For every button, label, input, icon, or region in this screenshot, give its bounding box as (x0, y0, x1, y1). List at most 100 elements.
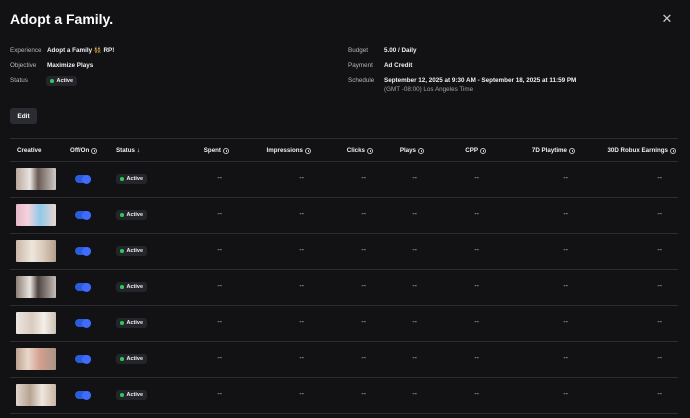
cell-spent: -- (217, 247, 222, 254)
status-dot (120, 393, 124, 397)
cell-earnings: -- (657, 283, 662, 290)
creative-thumbnail[interactable] (16, 348, 56, 370)
table-row[interactable]: Active -- -- -- -- -- -- -- (10, 198, 678, 234)
cell-plays: -- (412, 211, 417, 218)
info-icon[interactable] (480, 147, 486, 154)
cell-impressions: -- (299, 283, 304, 290)
info-icon[interactable] (418, 147, 424, 154)
column-spent[interactable]: Spent (204, 147, 229, 154)
objective-label: Objective (10, 62, 37, 69)
cell-playtime: -- (563, 175, 568, 182)
creatives-table: Creative Off/On Status ↓ Spent Impressio… (10, 138, 678, 414)
creative-thumbnail[interactable] (16, 384, 56, 406)
status-badge: Active (116, 318, 148, 328)
cell-clicks: -- (361, 211, 366, 218)
column-earnings[interactable]: 30D Robux Earnings (607, 147, 676, 154)
page-title: Adopt a Family. (10, 11, 114, 27)
cell-earnings: -- (657, 391, 662, 398)
table-row[interactable]: Active -- -- -- -- -- -- -- (10, 306, 678, 342)
column-status[interactable]: Status ↓ (116, 147, 140, 154)
cell-impressions: -- (299, 175, 304, 182)
creative-thumbnail[interactable] (16, 168, 56, 190)
status-badge-text: Active (126, 356, 144, 362)
status-dot (120, 177, 124, 181)
cell-plays: -- (412, 355, 417, 362)
status-dot (120, 285, 124, 289)
info-icon[interactable] (569, 147, 575, 154)
column-creative[interactable]: Creative (17, 147, 41, 154)
sort-down-icon[interactable]: ↓ (137, 147, 140, 154)
column-onoff[interactable]: Off/On (70, 147, 98, 154)
cell-plays: -- (412, 283, 417, 290)
cell-clicks: -- (361, 355, 366, 362)
cell-playtime: -- (563, 247, 568, 254)
creative-thumbnail[interactable] (16, 276, 56, 298)
experience-value: Adopt a Family 👯 RP! (47, 47, 115, 54)
cell-plays: -- (412, 319, 417, 326)
column-onoff-label: Off/On (70, 147, 90, 154)
cell-playtime: -- (563, 283, 568, 290)
status-badge: Active (116, 174, 148, 184)
status-badge: Active (116, 354, 148, 364)
column-playtime-label: 7D Playtime (531, 147, 567, 154)
cell-cpp: -- (474, 319, 479, 326)
info-icon[interactable] (305, 147, 311, 154)
info-icon[interactable] (91, 147, 98, 154)
column-spent-label: Spent (203, 147, 221, 154)
edit-button[interactable]: Edit (10, 108, 37, 124)
cell-clicks: -- (361, 319, 366, 326)
cell-clicks: -- (361, 283, 366, 290)
creative-thumbnail[interactable] (16, 240, 56, 262)
table-row[interactable]: Active -- -- -- -- -- -- -- (10, 378, 678, 414)
column-playtime[interactable]: 7D Playtime (532, 147, 575, 154)
creative-thumbnail[interactable] (16, 204, 56, 226)
cell-cpp: -- (474, 355, 479, 362)
column-plays[interactable]: Plays (400, 147, 424, 154)
payment-value: Ad Credit (384, 62, 413, 69)
cell-spent: -- (217, 211, 222, 218)
column-clicks[interactable]: Clicks (347, 147, 373, 154)
column-cpp[interactable]: CPP (465, 147, 486, 154)
column-impressions-label: Impressions (266, 147, 303, 154)
status-dot (50, 79, 54, 83)
close-icon[interactable]: ✕ (660, 12, 674, 26)
on-off-toggle[interactable] (75, 246, 91, 256)
status-badge: Active (116, 246, 148, 256)
cell-impressions: -- (299, 211, 304, 218)
budget-label: Budget (348, 47, 368, 54)
status-badge: Active (116, 390, 148, 400)
cell-playtime: -- (563, 319, 568, 326)
info-icon[interactable] (670, 147, 676, 154)
creative-thumbnail[interactable] (16, 312, 56, 334)
table-row[interactable]: Active -- -- -- -- -- -- -- (10, 342, 678, 378)
table-row[interactable]: Active -- -- -- -- -- -- -- (10, 162, 678, 198)
on-off-toggle[interactable] (75, 390, 91, 400)
status-badge-text: Active (126, 176, 144, 182)
on-off-toggle[interactable] (75, 210, 91, 220)
cell-playtime: -- (563, 391, 568, 398)
cell-impressions: -- (299, 391, 304, 398)
status-badge: Active (116, 210, 148, 220)
on-off-toggle[interactable] (75, 354, 91, 364)
info-icon[interactable] (367, 147, 373, 154)
table-header: Creative Off/On Status ↓ Spent Impressio… (10, 138, 678, 162)
on-off-toggle[interactable] (75, 174, 91, 184)
status-badge-text: Active (126, 248, 144, 254)
cell-clicks: -- (361, 391, 366, 398)
column-clicks-label: Clicks (346, 147, 365, 154)
info-icon[interactable] (223, 147, 229, 154)
status-badge: Active (46, 76, 78, 86)
on-off-toggle[interactable] (75, 318, 91, 328)
cell-spent: -- (217, 175, 222, 182)
schedule-timezone: (GMT -08:00) Los Angeles Time (384, 86, 474, 93)
table-row[interactable]: Active -- -- -- -- -- -- -- (10, 270, 678, 306)
table-row[interactable]: Active -- -- -- -- -- -- -- (10, 234, 678, 270)
column-impressions[interactable]: Impressions (267, 147, 311, 154)
cell-impressions: -- (299, 319, 304, 326)
on-off-toggle[interactable] (75, 282, 91, 292)
cell-clicks: -- (361, 175, 366, 182)
cell-cpp: -- (474, 283, 479, 290)
cell-cpp: -- (474, 175, 479, 182)
cell-clicks: -- (361, 247, 366, 254)
cell-plays: -- (412, 391, 417, 398)
